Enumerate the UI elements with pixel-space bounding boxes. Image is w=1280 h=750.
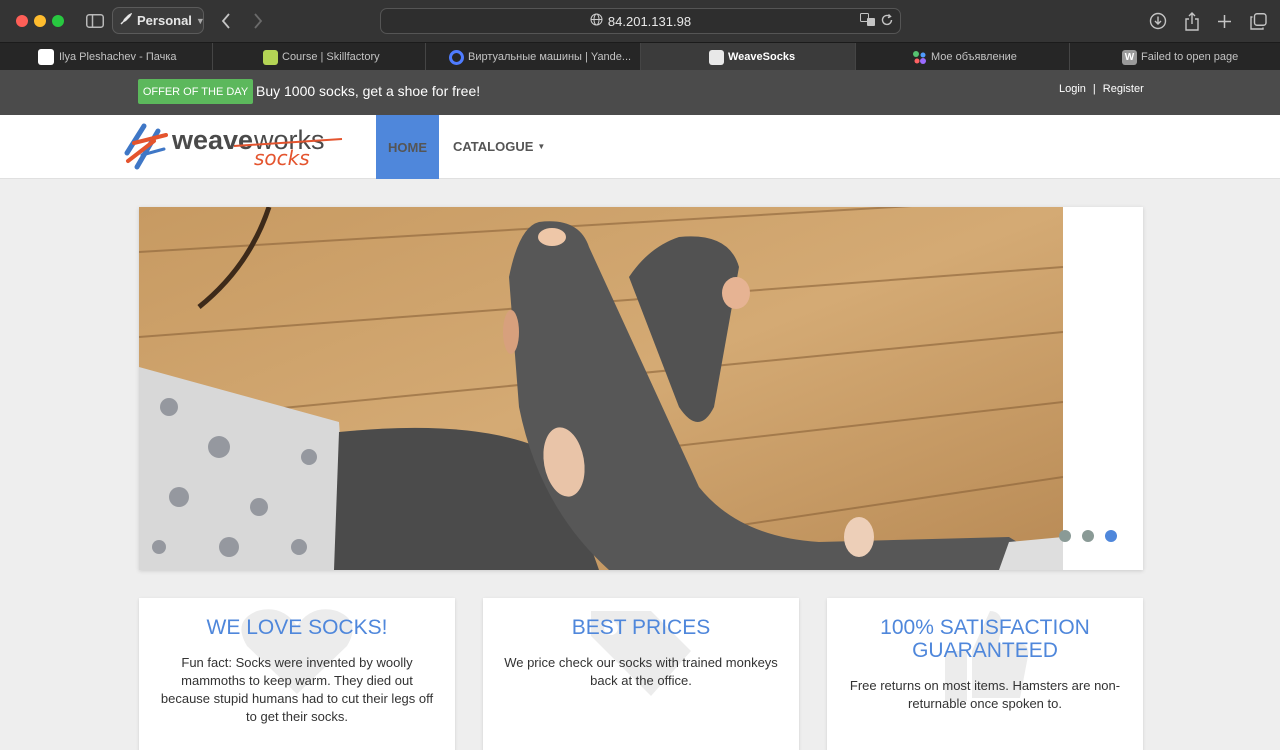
feature-title: BEST PRICES: [571, 616, 711, 639]
feature-title: WE LOVE SOCKS!: [206, 616, 388, 639]
tab-avito[interactable]: Мое объявление: [856, 43, 1070, 71]
tab-label: Мое объявление: [931, 51, 1017, 63]
tab-label: Failed to open page: [1141, 51, 1239, 63]
forward-arrow-icon[interactable]: [246, 9, 270, 33]
pachka-favicon-icon: [38, 49, 54, 65]
carousel-dot-3[interactable]: [1105, 530, 1117, 542]
download-icon[interactable]: [1146, 9, 1170, 33]
nav-catalogue-label: CATALOGUE: [453, 139, 534, 154]
tab-weavesocks[interactable]: WeaveSocks: [641, 43, 856, 71]
tab-label: WeaveSocks: [728, 51, 796, 63]
feature-text: Fun fact: Socks were invented by woolly …: [160, 655, 434, 724]
minimize-window-button[interactable]: [34, 15, 46, 27]
carousel-dot-1[interactable]: [1059, 530, 1071, 542]
tab-label: Ilya Pleshachev - Пачка: [59, 51, 177, 63]
offer-bar: OFFER OF THE DAY Buy 1000 socks, get a s…: [0, 70, 1280, 115]
feature-text: We price check our socks with trained mo…: [504, 655, 778, 688]
feature-box-satisfaction: 100% SATISFACTION GUARANTEED Free return…: [827, 598, 1143, 750]
back-arrow-icon[interactable]: [214, 9, 238, 33]
offer-of-the-day-button[interactable]: OFFER OF THE DAY: [138, 79, 253, 104]
svg-text:weave: weave: [171, 125, 253, 155]
new-tab-icon[interactable]: [1212, 9, 1236, 33]
avito-favicon-icon: [912, 50, 927, 65]
auth-links: Login | Register: [1059, 83, 1144, 95]
globe-icon: [590, 13, 603, 29]
share-icon[interactable]: [1180, 9, 1204, 33]
tab-skillfactory[interactable]: Course | Skillfactory: [213, 43, 426, 71]
address-text: 84.201.131.98: [607, 13, 692, 29]
chevron-down-icon: ▼: [195, 15, 205, 26]
svg-text:socks: socks: [254, 146, 310, 170]
tab-pachka[interactable]: Ilya Pleshachev - Пачка: [0, 43, 213, 71]
browser-toolbar: Personal ▼ 84.201.131.98: [0, 0, 1280, 42]
sidebar-toggle-icon[interactable]: [83, 9, 107, 33]
register-link[interactable]: Register: [1103, 83, 1144, 95]
login-link[interactable]: Login: [1059, 83, 1086, 95]
tab-yandex-cloud[interactable]: Виртуальные машины | Yande...: [426, 43, 641, 71]
caret-down-icon: ▼: [537, 142, 546, 151]
feature-title: 100% SATISFACTION GUARANTEED: [880, 616, 1090, 662]
feature-box-love-socks: WE LOVE SOCKS! Fun fact: Socks were inve…: [139, 598, 455, 750]
translate-icon[interactable]: [860, 13, 876, 30]
close-window-button[interactable]: [16, 15, 28, 27]
auth-separator: |: [1092, 83, 1096, 95]
carousel-slide-image[interactable]: [139, 207, 1063, 570]
feature-box-best-prices: BEST PRICES We price check our socks wit…: [483, 598, 799, 750]
skillfactory-favicon-icon: [263, 50, 278, 65]
tab-label: Course | Skillfactory: [282, 51, 380, 63]
offer-text: Buy 1000 socks, get a shoe for free!: [256, 83, 481, 99]
feature-text: Free returns on most items. Hamsters are…: [849, 678, 1121, 711]
w-favicon-icon: W: [1122, 50, 1137, 65]
rocket-icon: [119, 12, 133, 29]
carousel-indicators: [1059, 530, 1117, 542]
profile-label: Personal: [137, 13, 192, 28]
carousel-dot-2[interactable]: [1082, 530, 1094, 542]
tab-overview-icon[interactable]: [1246, 9, 1270, 33]
zoom-window-button[interactable]: [52, 15, 64, 27]
address-bar[interactable]: 84.201.131.98: [380, 8, 901, 34]
weaveworks-mark-icon: [124, 123, 168, 170]
tab-label: Виртуальные машины | Yande...: [468, 51, 632, 63]
reload-icon[interactable]: [880, 13, 894, 30]
profile-selector[interactable]: Personal ▼: [112, 7, 205, 34]
nav-home-link[interactable]: HOME: [376, 115, 439, 179]
tab-bar: Ilya Pleshachev - Пачка Course | Skillfa…: [0, 42, 1280, 71]
hero-carousel: [139, 207, 1143, 570]
yandex-cloud-favicon-icon: [449, 50, 464, 65]
tab-failed-page[interactable]: W Failed to open page: [1070, 43, 1280, 71]
weavesocks-favicon-icon: [709, 50, 724, 65]
site-navbar: weave works socks HOME CATALOGUE ▼: [0, 115, 1280, 179]
weaveworks-socks-logo[interactable]: weave works socks: [124, 121, 344, 177]
nav-catalogue-dropdown[interactable]: CATALOGUE ▼: [453, 139, 545, 154]
